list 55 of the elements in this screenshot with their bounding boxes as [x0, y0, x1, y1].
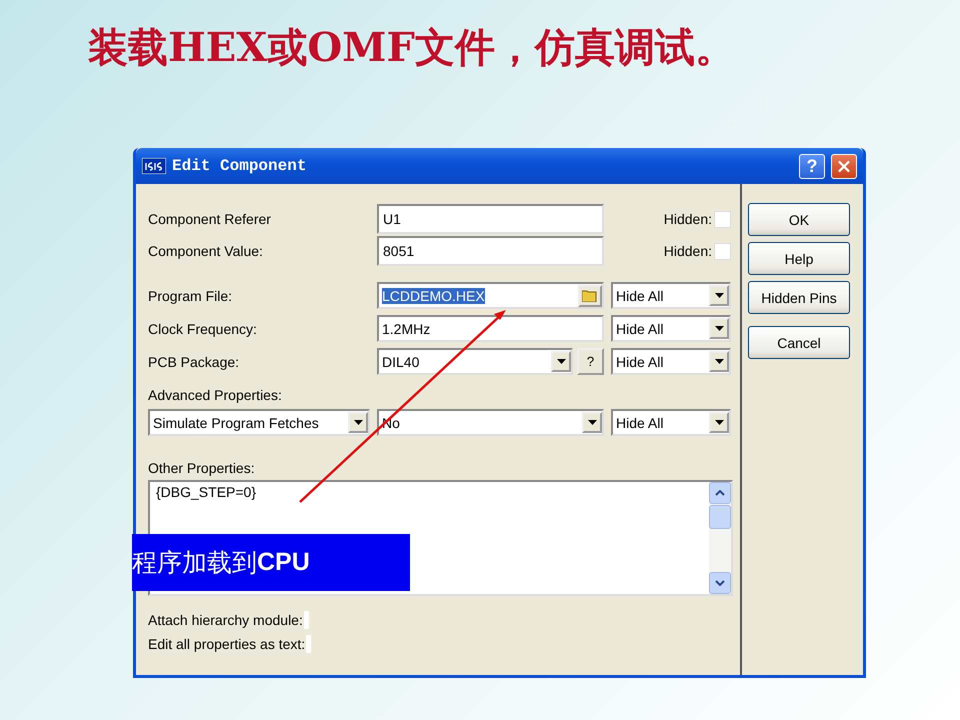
dropdown-button[interactable] [709, 285, 729, 306]
browse-button[interactable] [578, 284, 602, 306]
dialog-button[interactable]: Cancel [748, 326, 850, 359]
caret-icon [588, 420, 596, 425]
dialog-button[interactable]: OK [748, 203, 850, 236]
field-label: Program File: [148, 288, 234, 304]
caret-icon [354, 420, 362, 425]
visibility-dropdown[interactable]: Hide All [611, 348, 731, 375]
hidden-checkbox[interactable] [714, 210, 731, 228]
field-label: Clock Frequency: [148, 320, 258, 336]
slide-title: 装载HEX或OMF文件，仿真调试。 [88, 23, 735, 73]
caret-icon [714, 420, 724, 425]
text-field[interactable]: 8051 [377, 236, 604, 266]
close-button[interactable] [831, 154, 857, 178]
text-field[interactable]: U1 [377, 204, 604, 234]
hidden-label: Hidden: [664, 211, 712, 227]
dropdown-button[interactable] [709, 318, 729, 339]
option-label: Edit all properties as text: [148, 636, 306, 652]
scrollbar[interactable] [709, 482, 731, 594]
help-button[interactable]: ? [577, 348, 604, 375]
field-label: Component Referer [148, 211, 272, 227]
dropdown-button[interactable] [551, 351, 571, 372]
dropdown-button[interactable] [582, 412, 602, 433]
visibility-dropdown[interactable]: Hide All [611, 409, 731, 436]
section-label: Advanced Properties: [148, 387, 283, 403]
caret-icon [714, 359, 724, 364]
option-checkbox[interactable] [306, 635, 312, 653]
folder-icon [582, 289, 598, 302]
caret-icon [714, 293, 724, 298]
property-dropdown[interactable]: Simulate Program Fetches [148, 409, 370, 436]
option-checkbox[interactable] [304, 611, 309, 629]
dialog-button[interactable]: Hidden Pins [748, 281, 850, 314]
caret-icon [714, 326, 724, 331]
help-button[interactable]: ? [799, 154, 825, 178]
visibility-dropdown[interactable]: Hide All [611, 282, 731, 309]
dialog-button[interactable]: Help [748, 242, 850, 275]
hidden-label: Hidden: [664, 243, 712, 259]
dropdown-button[interactable] [709, 351, 729, 372]
package-dropdown[interactable]: DIL40 [377, 348, 573, 375]
dropdown-button[interactable] [348, 412, 368, 433]
caret-icon [556, 359, 566, 364]
visibility-dropdown[interactable]: Hide All [611, 315, 731, 342]
option-label: Attach hierarchy module: [148, 612, 303, 628]
app-icon [142, 158, 166, 174]
file-field[interactable]: LCDDEMO.HEX [377, 282, 604, 309]
callout-tooltip: 程序加载到CPU [132, 534, 410, 591]
hidden-checkbox[interactable] [714, 242, 731, 260]
text-field[interactable]: 1.2MHz [377, 315, 604, 342]
dropdown-button[interactable] [709, 412, 729, 433]
scrollbar-thumb[interactable] [709, 505, 731, 529]
field-label: PCB Package: [148, 354, 240, 370]
window-title: Edit Component [172, 157, 308, 175]
field-label: Component Value: [148, 243, 264, 259]
close-icon [838, 160, 850, 172]
section-label: Other Properties: [148, 460, 256, 476]
